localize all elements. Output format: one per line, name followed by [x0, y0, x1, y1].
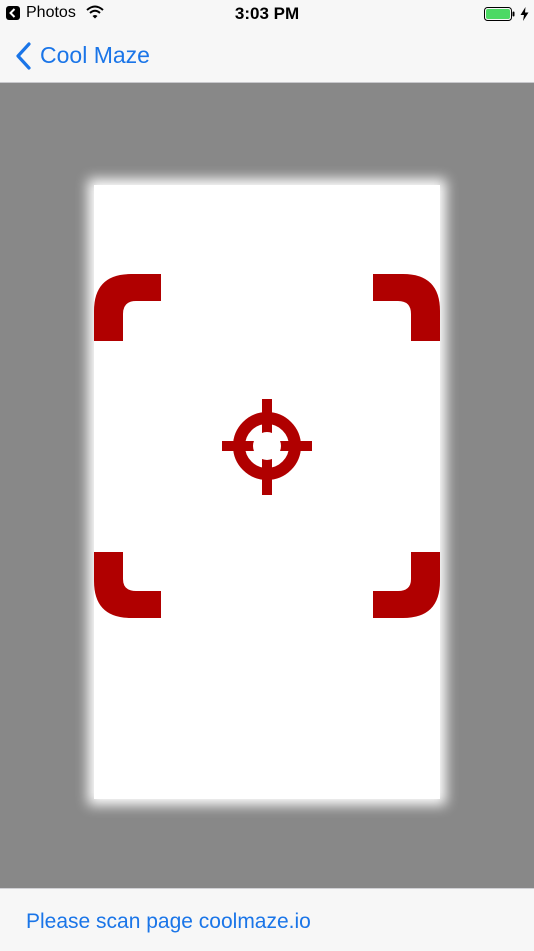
battery-icon	[484, 7, 515, 21]
corner-bracket-icon	[94, 552, 161, 618]
corner-bracket-icon	[373, 274, 440, 341]
corner-bracket-icon	[373, 552, 440, 618]
back-button-label[interactable]: Cool Maze	[40, 42, 150, 69]
instruction-bar: Please scan page coolmaze.io	[0, 888, 534, 951]
status-bar: Photos 3:03 PM	[0, 0, 534, 28]
scan-instruction: Please scan page coolmaze.io	[26, 910, 311, 933]
navigation-bar: Cool Maze	[0, 28, 534, 83]
charging-bolt-icon	[520, 7, 529, 21]
crosshair-icon	[222, 399, 312, 495]
chevron-left-icon	[16, 42, 31, 70]
scan-frame-overlay	[94, 274, 440, 618]
corner-bracket-icon	[94, 274, 161, 341]
status-time: 3:03 PM	[234, 4, 300, 23]
camera-viewfinder	[0, 83, 534, 888]
